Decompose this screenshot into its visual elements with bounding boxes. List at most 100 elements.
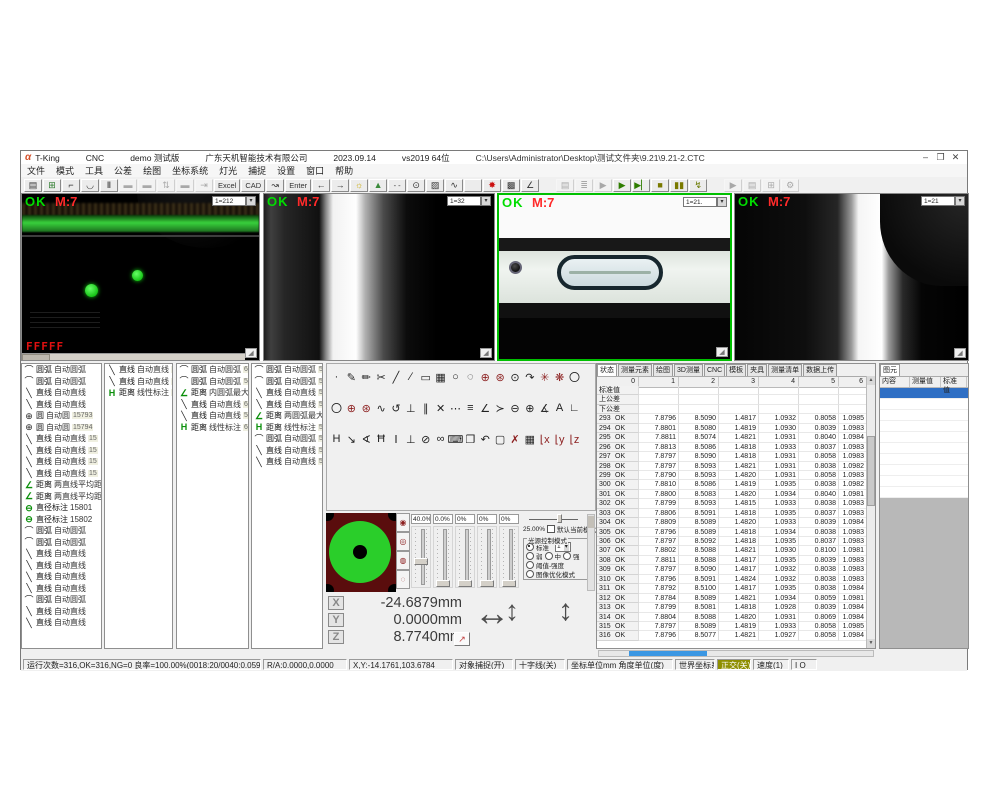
list-item[interactable]: ⊕圆自动圆15793 [22, 410, 101, 422]
right-angle-icon[interactable]: ∟ [568, 401, 582, 415]
list-item[interactable]: H距离线性标注66 [177, 422, 248, 434]
mode-mid-radio[interactable] [545, 552, 553, 560]
resize-handle-icon[interactable]: ◢ [954, 348, 966, 358]
menu-item[interactable]: 文件 [27, 164, 45, 177]
mode-standard-radio[interactable] [526, 543, 534, 551]
mode-threshold-radio[interactable] [526, 561, 534, 569]
line-icon[interactable]: ╱ [389, 370, 403, 384]
ellipse2-icon[interactable]: 〇 [330, 401, 344, 415]
save-program-button[interactable]: ▤ [24, 179, 42, 192]
empty-row[interactable] [880, 443, 968, 454]
jog-z-arrow-icon[interactable]: ↕ [558, 594, 573, 628]
table-row[interactable]: 上公差 [597, 395, 867, 404]
run-cycle-button[interactable]: ↯ [689, 179, 707, 192]
resize-handle-icon[interactable]: ◢ [716, 347, 728, 357]
run-play-button[interactable]: ▶ [613, 179, 631, 192]
menu-item[interactable]: 捕捉 [248, 164, 266, 177]
table-tab[interactable]: 数据上传 [803, 364, 837, 376]
resize-handle-icon[interactable]: ◢ [480, 348, 492, 358]
slider-handle[interactable] [502, 580, 516, 587]
points-icon[interactable]: ⋯ [449, 401, 463, 415]
hatch-fill-button[interactable]: ▨ [426, 179, 444, 192]
list-item[interactable]: ╲直线自动直线 [22, 583, 101, 595]
jog-y-arrow-icon[interactable]: ↕ [505, 595, 519, 627]
empty-row[interactable] [880, 476, 968, 487]
table-row[interactable]: 316OK7.87968.50771.48211.09270.80581.098… [597, 631, 867, 640]
list-item[interactable]: ∠距离两圆弧最大距 [252, 410, 322, 422]
table-row[interactable]: 304OK7.88098.50891.48201.09330.80391.098… [597, 518, 867, 527]
slider-track[interactable] [433, 526, 453, 588]
angle-arc-icon[interactable]: ∠ [478, 401, 492, 415]
table-tab[interactable]: 状态 [597, 364, 617, 376]
list-item[interactable]: ╲直线自动直线 [22, 548, 101, 560]
camera-scrollbar[interactable] [22, 353, 245, 360]
table-tab[interactable]: 夹具 [747, 364, 767, 376]
table-row[interactable]: 302OK7.87998.50931.48151.09330.80381.098… [597, 499, 867, 508]
circle-target-icon[interactable]: ⊕ [478, 370, 492, 384]
circle-icon[interactable]: ○ [449, 370, 463, 384]
table-tab[interactable]: 3D测量 [674, 364, 703, 376]
keyboard-icon[interactable]: ⌨ [449, 432, 463, 446]
dim-h2-icon[interactable]: Ħ [374, 432, 388, 446]
enter-button[interactable]: Enter [285, 179, 311, 192]
table-tab[interactable]: 绘图 [653, 364, 673, 376]
slider-track[interactable] [455, 526, 475, 588]
chevron-down-icon[interactable]: ▾ [246, 196, 256, 206]
coord-x-icon[interactable]: ⌊x [538, 432, 552, 446]
arrow-right-button[interactable]: → [331, 179, 349, 192]
menu-item[interactable]: 设置 [277, 164, 295, 177]
dim-linear-icon[interactable]: H [330, 432, 344, 446]
table-row[interactable]: 300OK7.88108.50861.48191.09350.80381.098… [597, 480, 867, 489]
list-item[interactable]: ⌒圆弧自动圆弧66 [177, 364, 248, 376]
list-item[interactable]: ⌒圆弧自动圆弧 [22, 364, 101, 376]
list-item[interactable]: ╲直线自动直线 [22, 606, 101, 618]
multiline-icon[interactable]: ≡ [464, 401, 478, 415]
arrow-left-button[interactable]: ← [312, 179, 330, 192]
list-item[interactable]: ⌒圆弧自动圆弧 [22, 537, 101, 549]
magnification-select[interactable]: 1=21. [683, 197, 717, 207]
minus-minus-button[interactable]: - - [388, 179, 406, 192]
list-item[interactable]: ╲直线自动直线15 [22, 468, 101, 480]
list-item[interactable]: ⌒圆弧自动圆弧 [22, 376, 101, 388]
table-row[interactable]: 312OK7.87848.50891.48211.09340.80591.098… [597, 594, 867, 603]
table-row[interactable]: 303OK7.88068.50911.48181.09350.80371.098… [597, 509, 867, 518]
camera-view-1[interactable]: FFFFF OK M:7 1=212 ▾ ◢ [21, 193, 260, 361]
run-to-end-button[interactable]: ▶▏ [632, 179, 650, 192]
dim-t-icon[interactable]: ⊥ [404, 432, 418, 446]
pen-add-icon[interactable]: ✏ [359, 370, 373, 384]
select-box-icon[interactable]: ▢ [493, 432, 507, 446]
mode-optimize-radio[interactable] [526, 570, 534, 578]
list-item[interactable]: ╲直线自动直线15 [22, 456, 101, 468]
list-item[interactable]: ⊕圆自动圆15794 [22, 422, 101, 434]
list-item[interactable]: ╲直线自动直线 [22, 387, 101, 399]
tab-element[interactable]: 图元 [880, 364, 900, 376]
caliper-icon[interactable]: ≻ [493, 401, 507, 415]
rect-icon[interactable]: ▭ [419, 370, 433, 384]
default-mode-checkbox[interactable] [547, 525, 555, 533]
list-item[interactable]: ∠距离两直线平均距 [22, 491, 101, 503]
slider-handle[interactable] [480, 580, 494, 587]
list-item[interactable]: ⌒圆弧自动圆弧55 [252, 376, 322, 388]
table-row[interactable]: 314OK7.88048.50881.48201.09310.80691.098… [597, 613, 867, 622]
menu-item[interactable]: 工具 [85, 164, 103, 177]
list-item[interactable]: ╲直线自动直线 [22, 560, 101, 572]
circle-dot-icon[interactable]: ⊙ [508, 370, 522, 384]
table-row[interactable]: 下公差 [597, 405, 867, 414]
mode-weak-radio[interactable] [526, 552, 534, 560]
table-row[interactable]: 295OK7.88118.50741.48211.09310.80401.098… [597, 433, 867, 442]
cad-export-button[interactable]: CAD [241, 179, 265, 192]
list-item[interactable]: ⊖直径标注15802 [22, 514, 101, 526]
dim-diag-icon[interactable]: ↘ [345, 432, 359, 446]
list-item[interactable]: ⌒圆弧自动圆弧 [22, 594, 101, 606]
list-item[interactable]: ╲直线自动直线3 [105, 376, 172, 388]
image-view-button[interactable]: ▲ [369, 179, 387, 192]
empty-row[interactable] [880, 465, 968, 476]
list-item[interactable]: ╲直线自动直线15 [22, 433, 101, 445]
table-row[interactable]: 296OK7.88138.50861.48181.09330.80371.098… [597, 443, 867, 452]
chevron-down-icon[interactable]: ▾ [955, 196, 965, 206]
probe-path-button[interactable]: ⌐ [62, 179, 80, 192]
list-item[interactable]: ╲直线自动直线55 [177, 410, 248, 422]
list-item[interactable]: ╲直线自动直线66 [177, 399, 248, 411]
list-item[interactable]: H距离线性标注34 [105, 387, 172, 399]
table-row[interactable]: 311OK7.87928.51001.48171.09350.80381.098… [597, 584, 867, 593]
